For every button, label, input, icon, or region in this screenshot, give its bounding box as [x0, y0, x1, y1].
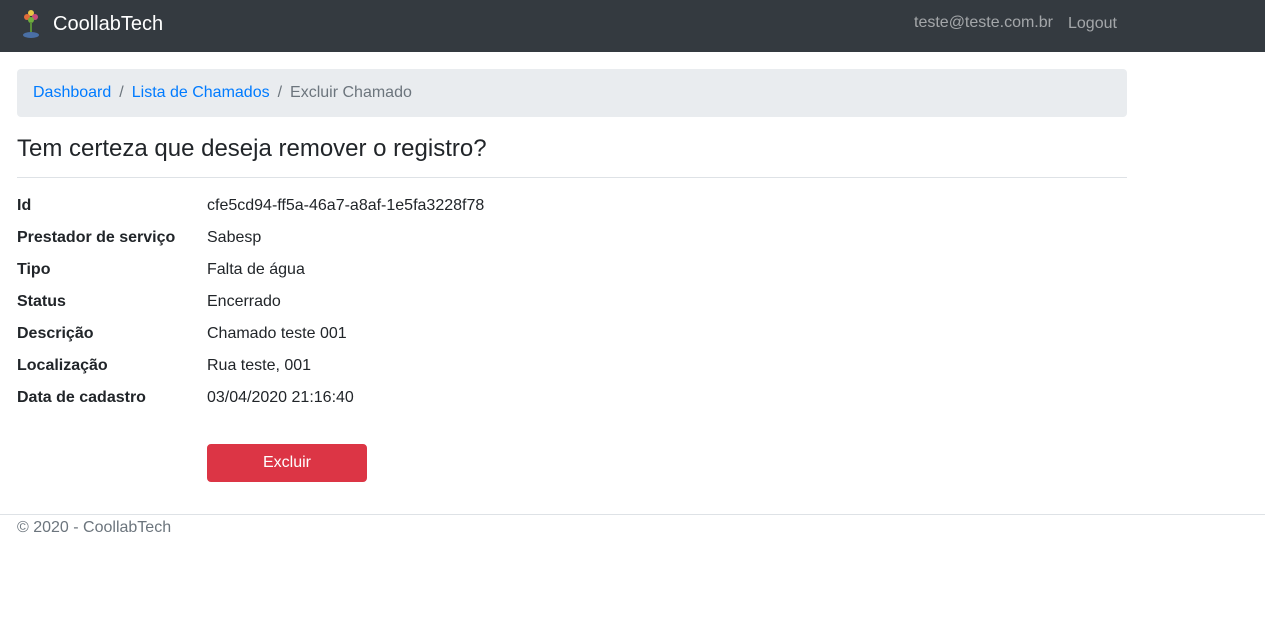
detail-row-descricao: Descrição Chamado teste 001 — [17, 318, 1127, 350]
footer-divider — [0, 514, 1265, 515]
breadcrumb-active-item: Excluir Chamado — [290, 84, 412, 101]
detail-row-id: Id cfe5cd94-ff5a-46a7-a8af-1e5fa3228f78 — [17, 190, 1127, 222]
breadcrumb: Dashboard / Lista de Chamados / Excluir … — [17, 69, 1127, 117]
navbar: CoollabTech teste@teste.com.br Logout — [0, 0, 1265, 52]
title-divider — [17, 177, 1127, 178]
detail-value: cfe5cd94-ff5a-46a7-a8af-1e5fa3228f78 — [207, 197, 485, 214]
detail-row-localizacao: Localização Rua teste, 001 — [17, 350, 1127, 382]
brand-name: CoollabTech — [53, 13, 164, 35]
detail-label: Descrição — [17, 325, 94, 342]
detail-value: Encerrado — [207, 293, 281, 310]
detail-label: Id — [17, 197, 32, 214]
detail-label: Localização — [17, 357, 108, 374]
detail-value: Sabesp — [207, 229, 262, 246]
detail-label: Prestador de serviço — [17, 229, 176, 246]
detail-row-tipo: Tipo Falta de água — [17, 254, 1127, 286]
detail-value: Chamado teste 001 — [207, 325, 347, 342]
detail-label: Tipo — [17, 261, 51, 278]
detail-row-prestador: Prestador de serviço Sabesp — [17, 222, 1127, 254]
detail-value: Rua teste, 001 — [207, 357, 312, 374]
detail-label: Status — [17, 293, 66, 310]
flower-logo-icon — [23, 10, 39, 38]
breadcrumb-separator: / — [277, 84, 283, 101]
detail-value: 03/04/2020 21:16:40 — [207, 389, 354, 406]
detail-row-data-cadastro: Data de cadastro 03/04/2020 21:16:40 — [17, 382, 1127, 414]
logout-link[interactable]: Logout — [1068, 14, 1117, 34]
details-list: Id cfe5cd94-ff5a-46a7-a8af-1e5fa3228f78 … — [17, 190, 1127, 414]
breadcrumb-separator: / — [119, 84, 124, 101]
page-title: Tem certeza que deseja remover o registr… — [17, 135, 487, 162]
user-email[interactable]: teste@teste.com.br — [914, 13, 1053, 33]
detail-value: Falta de água — [207, 261, 305, 278]
breadcrumb-dashboard-link[interactable]: Dashboard — [33, 84, 111, 102]
footer-copyright: © 2020 - CoollabTech — [17, 519, 172, 536]
breadcrumb-lista-chamados-link[interactable]: Lista de Chamados — [132, 84, 270, 102]
detail-row-status: Status Encerrado — [17, 286, 1127, 318]
detail-label: Data de cadastro — [17, 389, 146, 406]
delete-button[interactable]: Excluir — [207, 444, 367, 482]
brand-link[interactable]: CoollabTech — [18, 8, 163, 40]
